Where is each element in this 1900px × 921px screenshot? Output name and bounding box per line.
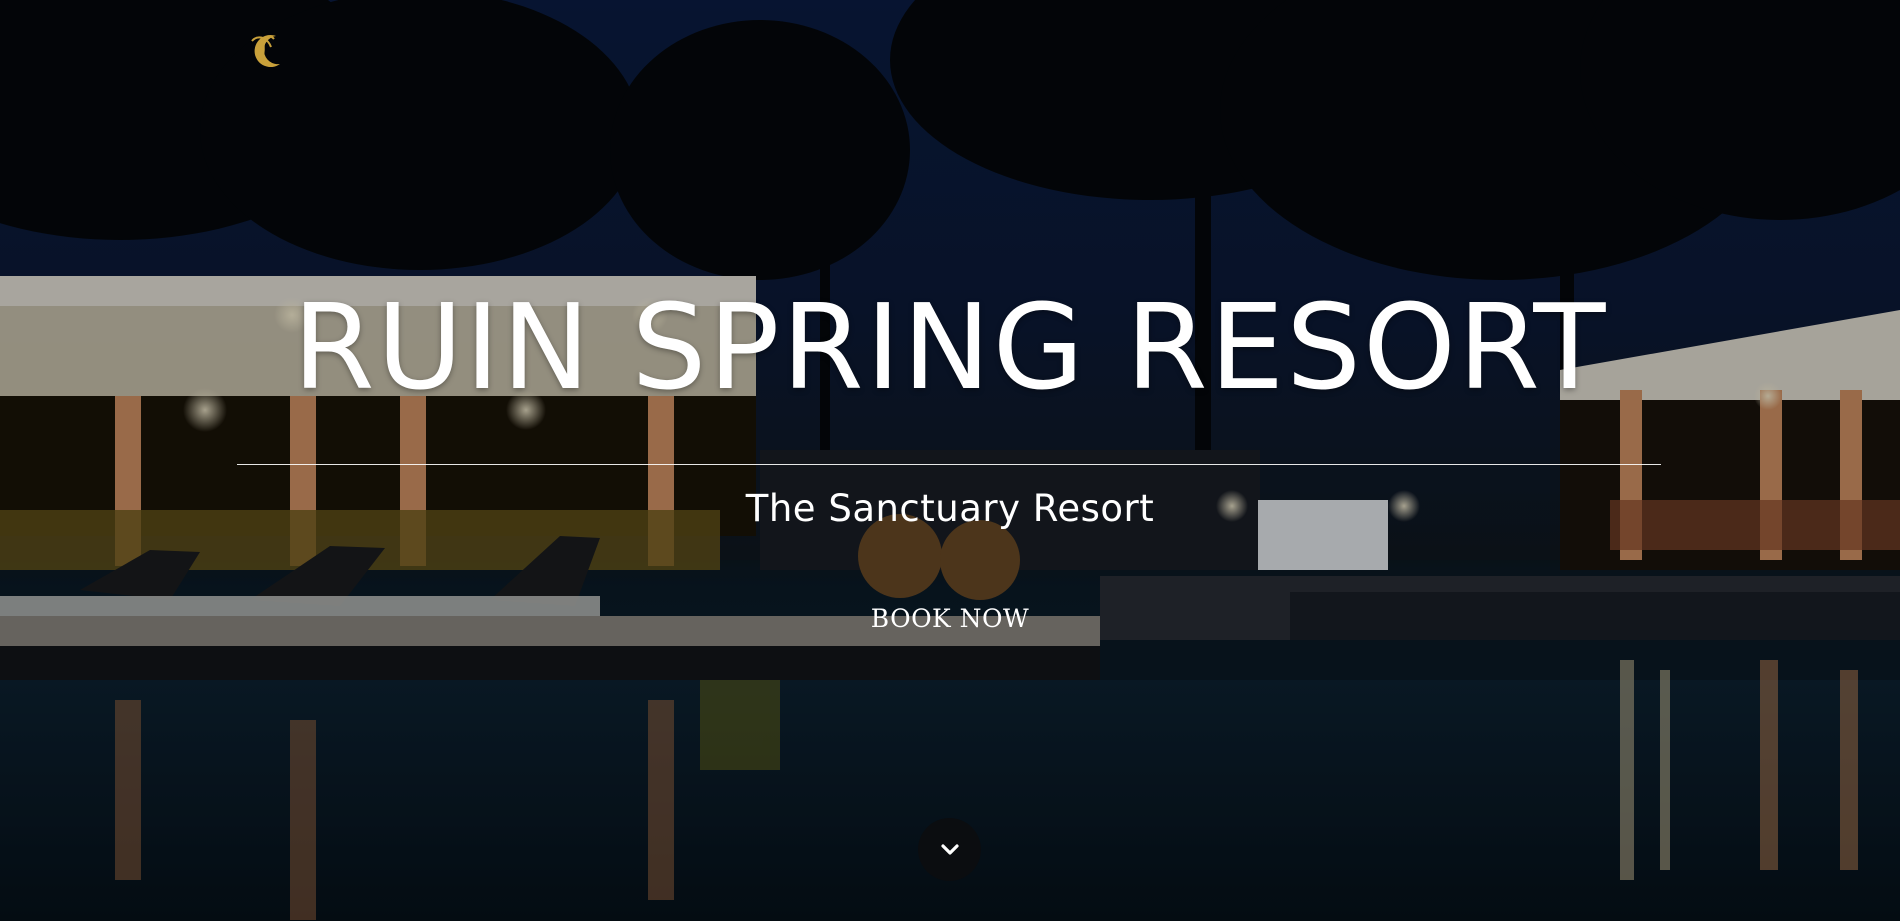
book-now-button[interactable]: BOOK NOW <box>850 598 1050 638</box>
title-divider <box>237 464 1661 465</box>
scroll-down-button[interactable] <box>918 818 981 881</box>
site-title: RUIN SPRING RESORT <box>292 278 1608 416</box>
chevron-down-icon <box>940 843 959 855</box>
hero-dark-overlay <box>0 0 1900 921</box>
palm-crescent-logo-icon[interactable] <box>246 28 292 74</box>
hero-section: RUIN SPRING RESORT The Sanctuary Resort … <box>0 0 1900 921</box>
site-subtitle: The Sanctuary Resort <box>745 487 1155 530</box>
